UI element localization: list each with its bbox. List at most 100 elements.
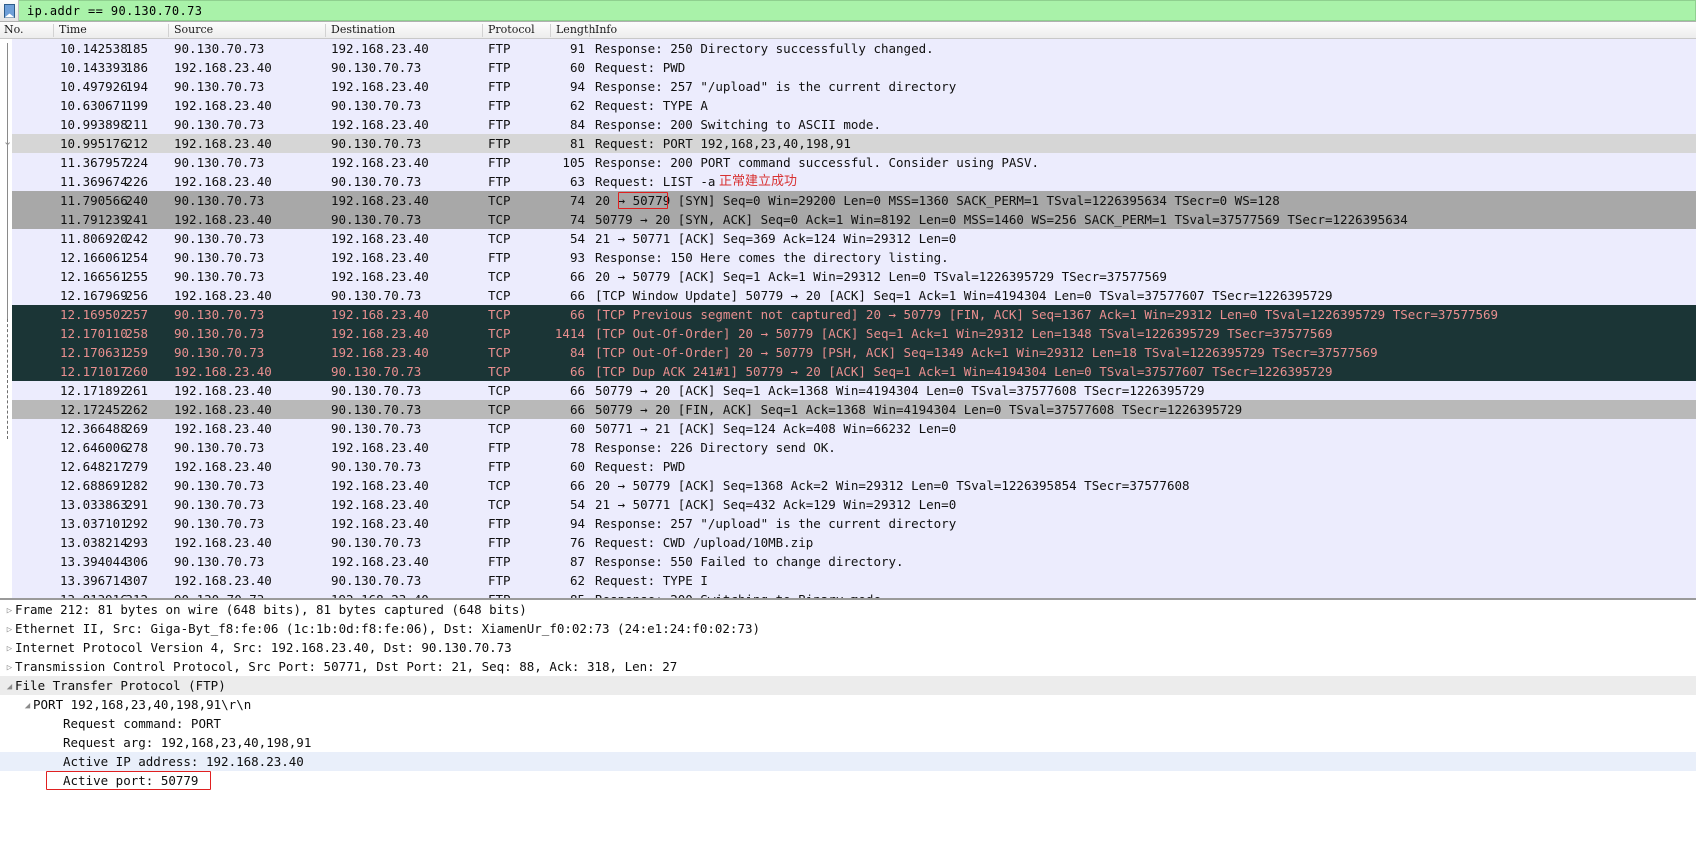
packet-rows-container[interactable]: 185 10.142538 90.130.70.73 192.168.23.40 FTP… [0, 39, 1696, 600]
packet-row[interactable]: 255 12.166561 90.130.70.73 192.168.23.40 TCP… [0, 267, 1696, 286]
packet-row[interactable]: 292 13.037101 90.130.70.73 192.168.23.40 FTP… [0, 514, 1696, 533]
packet-row[interactable]: 241 11.791239 192.168.23.40 90.130.70.73 TCP… [0, 210, 1696, 229]
column-header-protocol[interactable]: Protocol [488, 23, 535, 36]
packet-row[interactable]: 211 10.993898 90.130.70.73 192.168.23.40 FTP… [0, 115, 1696, 134]
detail-tree-row[interactable]: ▷ Transmission Control Protocol, Src Port… [0, 657, 1696, 676]
column-header-source[interactable]: Source [174, 23, 213, 36]
packet-info: Request: LIST -a [595, 174, 716, 189]
packet-length: 87 [569, 554, 585, 569]
detail-tree-row[interactable]: ◢ File Transfer Protocol (FTP) [0, 676, 1696, 695]
packet-details-tree[interactable]: ▷ Frame 212: 81 bytes on wire (648 bits),… [0, 600, 1696, 790]
detail-row-label: Transmission Control Protocol, Src Port:… [15, 659, 678, 674]
packet-row[interactable]: 262 12.172452 192.168.23.40 90.130.70.73 TCP… [0, 400, 1696, 419]
packet-length: 66 [569, 307, 585, 322]
packet-length: 60 [569, 421, 585, 436]
packet-row[interactable]: 291 13.033863 90.130.70.73 192.168.23.40 TCP… [0, 495, 1696, 514]
detail-row-label: Active IP address: 192.168.23.40 [63, 754, 304, 769]
packet-row[interactable]: 282 12.688691 90.130.70.73 192.168.23.40 TCP… [0, 476, 1696, 495]
packet-length: 66 [569, 402, 585, 417]
packet-info: Response: 257 "/upload" is the current d… [595, 79, 957, 94]
display-filter-input[interactable] [19, 0, 1696, 21]
packet-row[interactable]: 258 12.170110 90.130.70.73 192.168.23.40 TCP… [0, 324, 1696, 343]
packet-list-pane[interactable]: No. Time Source Destination Protocol Len… [0, 22, 1696, 600]
column-divider[interactable] [168, 24, 169, 37]
packet-row[interactable]: 242 11.806920 90.130.70.73 192.168.23.40 TCP… [0, 229, 1696, 248]
packet-length: 62 [569, 573, 585, 588]
detail-tree-row[interactable]: ▷ Ethernet II, Src: Giga-Byt_f8:fe:06 (1c… [0, 619, 1696, 638]
detail-tree-row[interactable]: Active IP address: 192.168.23.40 [0, 752, 1696, 771]
column-divider[interactable] [550, 24, 551, 37]
column-divider[interactable] [53, 24, 54, 37]
column-header-destination[interactable]: Destination [331, 23, 395, 36]
packet-row[interactable]: 269 12.366488 192.168.23.40 90.130.70.73 TCP… [0, 419, 1696, 438]
column-header-info[interactable]: Info [595, 23, 617, 36]
packet-info: Request: CWD /upload/10MB.zip [595, 535, 814, 550]
packet-info: 50779 → 20 [FIN, ACK] Seq=1 Ack=1368 Win… [595, 402, 1243, 417]
detail-row-label: File Transfer Protocol (FTP) [15, 678, 226, 693]
packet-length: 74 [569, 212, 585, 227]
packet-details-pane[interactable]: ▷ Frame 212: 81 bytes on wire (648 bits),… [0, 600, 1696, 864]
packet-length: 74 [569, 193, 585, 208]
packet-row[interactable]: 240 11.790566 90.130.70.73 192.168.23.40 TCP… [0, 191, 1696, 210]
packet-length: 66 [569, 364, 585, 379]
packet-row[interactable]: 259 12.170631 90.130.70.73 192.168.23.40 TCP… [0, 343, 1696, 362]
column-divider[interactable] [325, 24, 326, 37]
packet-row[interactable]: 278 12.646006 90.130.70.73 192.168.23.40 FTP… [0, 438, 1696, 457]
packet-row[interactable]: 212 10.995176 192.168.23.40 90.130.70.73 FTP… [0, 134, 1696, 153]
packet-length: 78 [569, 440, 585, 455]
detail-tree-row[interactable]: ▷ Frame 212: 81 bytes on wire (648 bits),… [0, 600, 1696, 619]
packet-row[interactable]: 306 13.394044 90.130.70.73 192.168.23.40 FTP… [0, 552, 1696, 571]
column-header-no[interactable]: No. [4, 23, 24, 36]
packet-row[interactable]: 260 12.171017 192.168.23.40 90.130.70.73 TCP… [0, 362, 1696, 381]
packet-length: 76 [569, 535, 585, 550]
packet-row[interactable]: 261 12.171892 192.168.23.40 90.130.70.73 TCP… [0, 381, 1696, 400]
packet-row[interactable]: 226 11.369674 192.168.23.40 90.130.70.73 FTP… [0, 172, 1696, 191]
packet-info: Request: PWD [595, 459, 686, 474]
packet-info: Response: 226 Directory send OK. [595, 440, 836, 455]
packet-row[interactable]: 224 11.367957 90.130.70.73 192.168.23.40 FTP… [0, 153, 1696, 172]
column-header-time[interactable]: Time [59, 23, 87, 36]
packet-info: Response: 200 Switching to Binary mode. [595, 592, 889, 600]
packet-length: 62 [569, 98, 585, 113]
packet-length: 84 [569, 117, 585, 132]
column-divider[interactable] [482, 24, 483, 37]
detail-tree-row[interactable]: Request arg: 192,168,23,40,198,91 [0, 733, 1696, 752]
packet-row[interactable]: 257 12.169502 90.130.70.73 192.168.23.40 TCP… [0, 305, 1696, 324]
packet-row[interactable]: 293 13.038214 192.168.23.40 90.130.70.73 FTP… [0, 533, 1696, 552]
packet-row[interactable]: 254 12.166061 90.130.70.73 192.168.23.40 FTP… [0, 248, 1696, 267]
packet-length: 54 [569, 231, 585, 246]
packet-info: Request: TYPE A [595, 98, 708, 113]
packet-row[interactable]: 312 13.813916 90.130.70.73 192.168.23.40 FTP… [0, 590, 1696, 600]
detail-row-label: Request command: PORT [63, 716, 222, 731]
detail-tree-row[interactable]: ◢ PORT 192,168,23,40,198,91\r\n [0, 695, 1696, 714]
packet-row[interactable]: 279 12.648217 192.168.23.40 90.130.70.73 FTP… [0, 457, 1696, 476]
packet-info: Response: 200 PORT command successful. C… [595, 155, 1040, 170]
detail-row-label: Active port: 50779 [63, 773, 199, 788]
packet-info: Response: 150 Here comes the directory l… [595, 250, 949, 265]
packet-length: 60 [569, 60, 585, 75]
packet-list-header: No. Time Source Destination Protocol Len… [0, 22, 1696, 39]
detail-tree-row[interactable]: ▷ Internet Protocol Version 4, Src: 192.1… [0, 638, 1696, 657]
packet-info: 50771 → 21 [ACK] Seq=124 Ack=408 Win=662… [595, 421, 957, 436]
detail-tree-row[interactable]: Active port: 50779 [0, 771, 1696, 790]
packet-length: 66 [569, 478, 585, 493]
bookmark-glyph [3, 3, 15, 18]
packet-row[interactable]: 186 10.143393 192.168.23.40 90.130.70.73 FTP… [0, 58, 1696, 77]
packet-info: 21 → 50771 [ACK] Seq=369 Ack=124 Win=293… [595, 231, 957, 246]
packet-row[interactable]: 256 12.167969 192.168.23.40 90.130.70.73 TCP… [0, 286, 1696, 305]
column-divider[interactable] [589, 24, 590, 37]
packet-info: 20 → 50779 [ACK] Seq=1 Ack=1 Win=29312 L… [595, 269, 1167, 284]
packet-info: [TCP Window Update] 50779 → 20 [ACK] Seq… [595, 288, 1333, 303]
bookmark-icon[interactable] [0, 0, 19, 21]
packet-length: 54 [569, 497, 585, 512]
packet-row[interactable]: 194 10.497926 90.130.70.73 192.168.23.40 FTP… [0, 77, 1696, 96]
packet-row[interactable]: 307 13.396714 192.168.23.40 90.130.70.73 FTP… [0, 571, 1696, 590]
packet-length: 66 [569, 288, 585, 303]
packet-info: [TCP Out-Of-Order] 20 → 50779 [ACK] Seq=… [595, 326, 1333, 341]
detail-tree-row[interactable]: Request command: PORT [0, 714, 1696, 733]
detail-row-label: Frame 212: 81 bytes on wire (648 bits), … [15, 602, 527, 617]
packet-row[interactable]: 185 10.142538 90.130.70.73 192.168.23.40 FTP… [0, 39, 1696, 58]
packet-row[interactable]: 199 10.630671 192.168.23.40 90.130.70.73 FTP… [0, 96, 1696, 115]
packet-length: 91 [569, 41, 585, 56]
packet-info: [TCP Previous segment not captured] 20 →… [595, 307, 1499, 322]
